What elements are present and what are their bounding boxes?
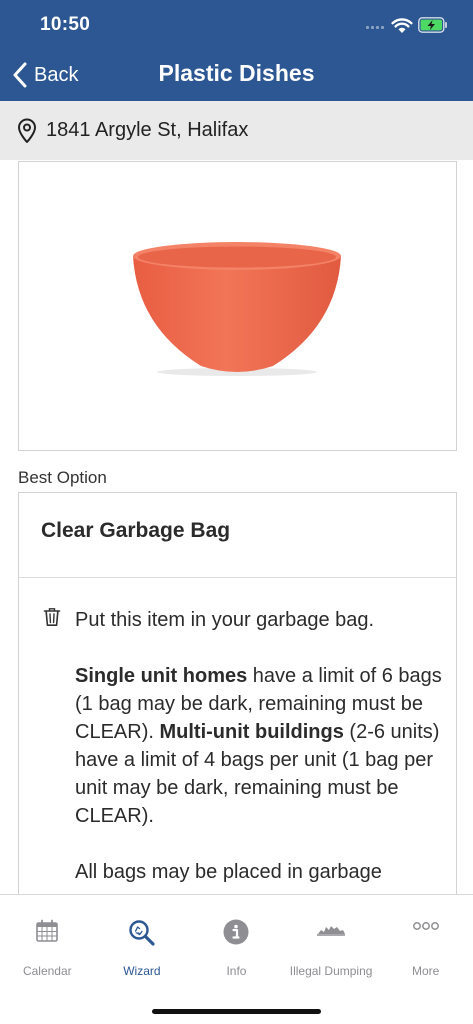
tab-label: Wizard (123, 964, 161, 978)
header: 10:50 Back Plastic Dishes (0, 0, 473, 101)
tab-calendar[interactable]: Calendar (0, 895, 95, 985)
status-bar: 10:50 (0, 0, 473, 50)
divider (19, 577, 456, 578)
best-option-label: Best Option (18, 468, 107, 487)
address-text: 1841 Argyle St, Halifax (46, 119, 249, 141)
illegal-dumping-icon (317, 926, 346, 936)
tab-label: Calendar (22, 964, 72, 978)
option-description: Put this item in your garbage bag. Singl… (75, 606, 445, 894)
home-indicator[interactable] (152, 1009, 321, 1014)
instruction-text: Put this item in your garbage bag. (75, 609, 375, 631)
wizard-search-icon (129, 920, 155, 946)
wifi-icon (391, 18, 413, 33)
option-title: Clear Garbage Bag (41, 519, 231, 542)
battery-charging-icon (418, 17, 447, 33)
calendar-icon (36, 919, 59, 942)
tab-label: Illegal Dumping (289, 964, 373, 978)
tab-label: More (412, 964, 440, 978)
multi-unit-heading: Multi-unit buildings (159, 721, 344, 743)
trash-icon (43, 608, 61, 626)
address-bar[interactable]: 1841 Argyle St, Halifax (0, 101, 473, 160)
tab-more[interactable]: More (378, 895, 473, 985)
tab-wizard[interactable]: Wizard (95, 895, 190, 985)
placement-text: All bags may be placed in garbage (75, 861, 382, 883)
cellular-signal-icon (366, 26, 384, 29)
tab-bar: Calendar Wizard Info Illegal Dumping Mor… (0, 894, 473, 1024)
disposal-option-card: Clear Garbage Bag Put this item in your … (18, 492, 457, 894)
tab-illegal-dumping[interactable]: Illegal Dumping (284, 895, 379, 985)
limits-text: Single unit homes have a limit of 6 bags… (75, 662, 445, 830)
more-icon (412, 922, 439, 930)
single-unit-heading: Single unit homes (75, 665, 248, 687)
location-pin-icon (18, 118, 36, 143)
tab-info[interactable]: Info (189, 895, 284, 985)
content-scroll[interactable]: Best Option Clear Garbage Bag Put this i… (0, 160, 473, 894)
tab-label: Info (226, 964, 247, 978)
status-time: 10:50 (40, 14, 91, 35)
item-image (18, 161, 457, 451)
page-title: Plastic Dishes (158, 60, 315, 86)
nav-bar: Back Plastic Dishes (0, 50, 473, 101)
plastic-bowl-image (133, 242, 341, 376)
info-icon (223, 919, 249, 945)
